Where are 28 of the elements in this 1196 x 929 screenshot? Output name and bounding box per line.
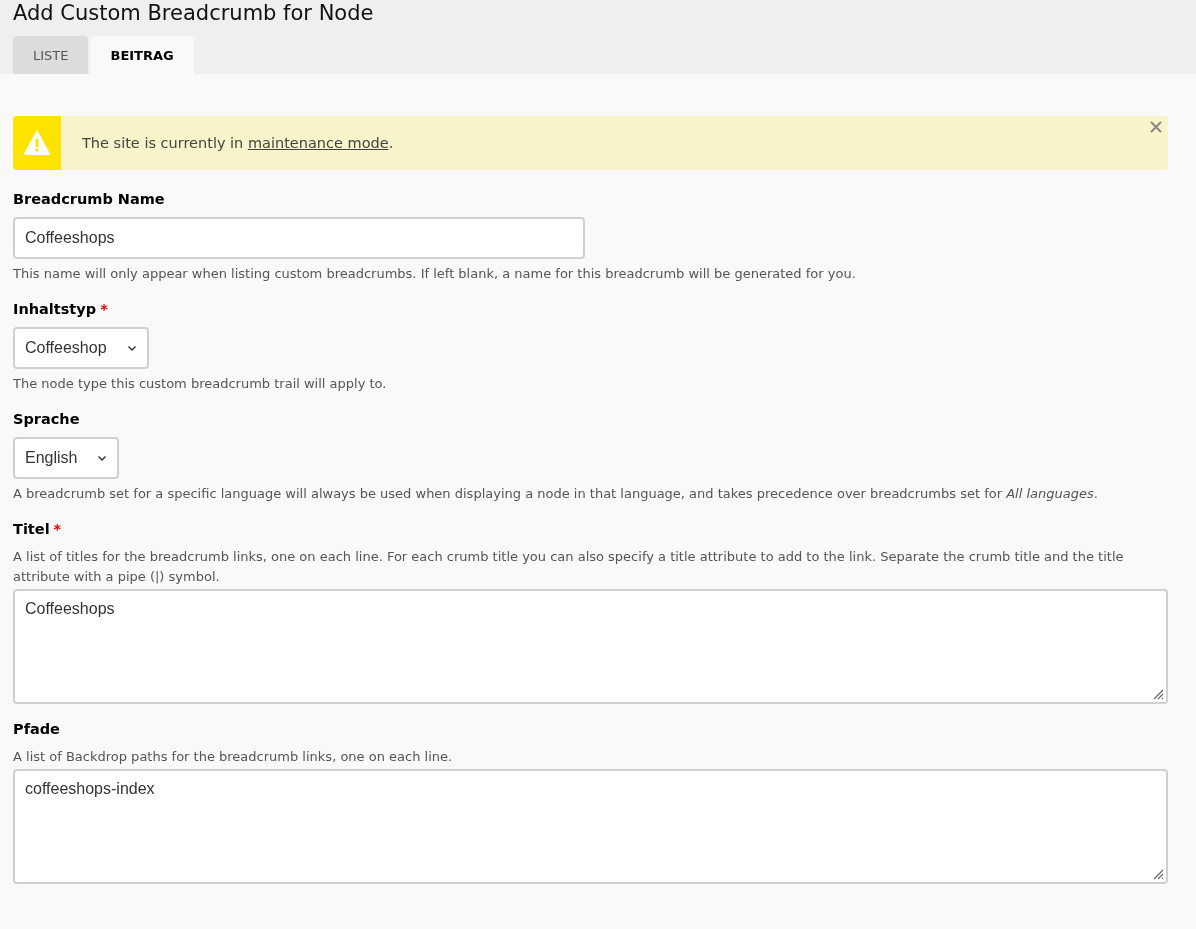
caret-icon [97, 454, 108, 462]
warning-icon [13, 116, 61, 170]
select-dropdown[interactable]: English [13, 437, 120, 479]
select-dropdown[interactable]: Coffeeshop [13, 327, 149, 369]
field-description: This name will only appear when listing custom breadcrumbs. If left blank, a name for this breadcrumb will be generated for you. [13, 265, 857, 283]
resize-handle-icon[interactable] [1152, 868, 1164, 880]
close-icon[interactable] [1148, 119, 1164, 135]
page-title: Add Custom Breadcrumb for Node [13, 0, 375, 27]
field-description: A breadcrumb set for a specific language will always be used when displaying a node in that language, and takes precedence over breadcrumbs set for All languages. [13, 485, 1099, 503]
textarea-field[interactable]: coffeeshops-index [13, 769, 1168, 884]
tab[interactable]: LISTE [13, 36, 89, 74]
field-label: Inhaltstyp [13, 301, 97, 317]
textarea-field[interactable]: Coffeeshops [13, 589, 1168, 704]
field-description: A list of Backdrop paths for the breadcrumb links, one on each line. [13, 748, 454, 766]
field-description: A list of titles for the breadcrumb links, one on each line. For each crumb title you can also specify a title attribute to add to the link. Separate the crumb title and the title attribute with a pipe (|) symbol. [13, 548, 1125, 586]
caret-icon [126, 344, 137, 352]
resize-handle-icon[interactable] [1152, 688, 1164, 700]
required-marker: * [53, 521, 62, 537]
text-field[interactable]: Coffeeshops [13, 217, 585, 259]
maintenance-notice: The site is currently in maintenance mode. [82, 135, 394, 151]
field-description: The node type this custom breadcrumb trail will apply to. [13, 375, 388, 393]
tab[interactable]: BEITRAG [90, 36, 194, 74]
required-marker: * [100, 301, 108, 317]
field-label: Breadcrumb Name [13, 191, 165, 207]
field-label: Sprache [13, 411, 80, 427]
maintenance-mode-link[interactable]: maintenance mode [247, 135, 389, 151]
field-label: Pfade [13, 721, 60, 737]
field-label: Titel [13, 521, 50, 537]
